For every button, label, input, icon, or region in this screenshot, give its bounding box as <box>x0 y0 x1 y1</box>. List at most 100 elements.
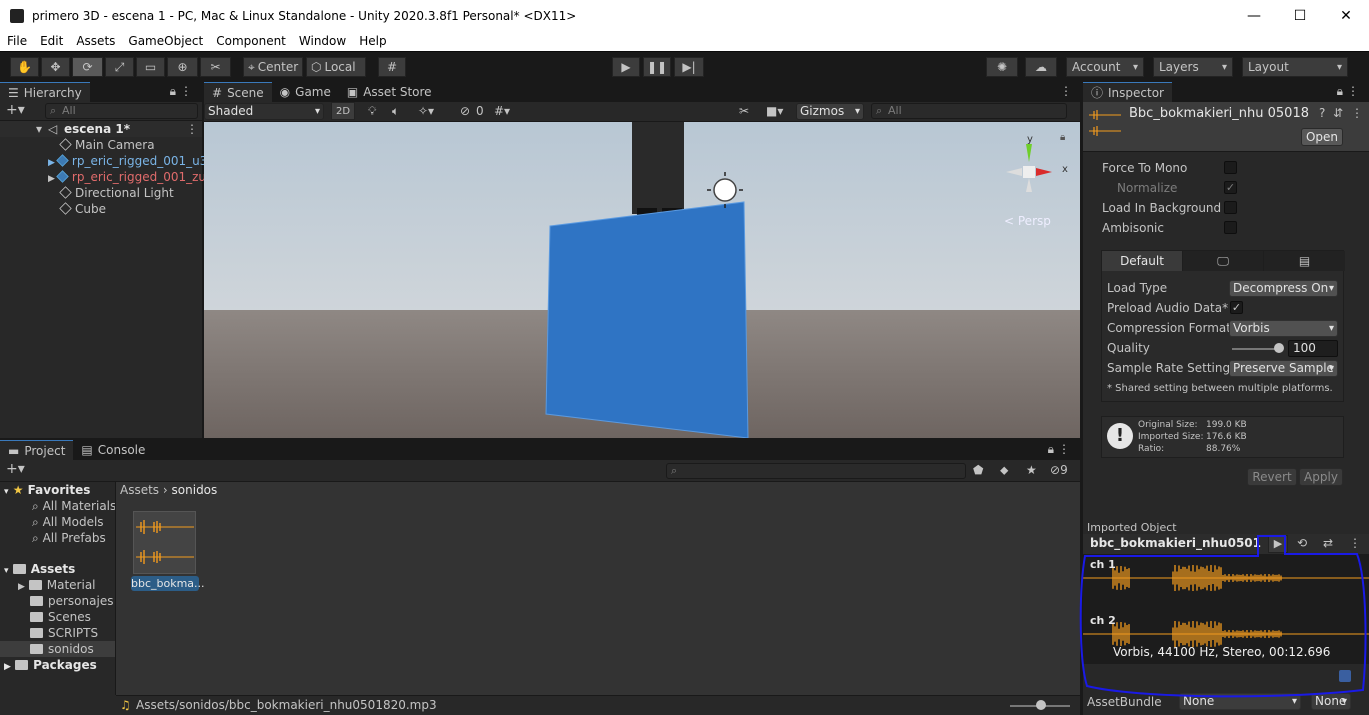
asset-variant-dropdown[interactable]: None <box>1311 693 1351 710</box>
hierarchy-item-eric-u3[interactable]: ▶ rp_eric_rigged_001_u3 <box>48 153 207 169</box>
audio-asset-label[interactable]: bbc_bokma... <box>131 576 205 591</box>
normalize-checkbox[interactable]: ✓ <box>1224 181 1237 194</box>
loop-icon[interactable]: ⇄ <box>1323 536 1333 550</box>
packages-node[interactable]: ▶ Packages <box>4 657 97 673</box>
shading-dropdown[interactable]: Shaded <box>204 103 324 120</box>
expand-arrow-icon[interactable]: ▾ <box>36 121 42 137</box>
tab-scene[interactable]: # Scene <box>204 82 272 102</box>
persp-label[interactable]: < Persp <box>1004 214 1051 228</box>
hierarchy-item-eric-zu[interactable]: ▶ rp_eric_rigged_001_zu <box>48 169 206 185</box>
folder-scripts[interactable]: SCRIPTS <box>30 625 98 641</box>
filter-label-icon[interactable]: ⬥ <box>1000 463 1008 478</box>
gizmos-dropdown[interactable]: Gizmos <box>796 103 864 120</box>
tab-hierarchy[interactable]: ☰ Hierarchy <box>0 82 90 102</box>
load-in-background-checkbox[interactable] <box>1224 201 1237 214</box>
sample-rate-dropdown[interactable]: Preserve Sample <box>1229 360 1338 377</box>
close-button[interactable]: ✕ <box>1323 0 1369 31</box>
hand-tool-icon[interactable]: ✋ <box>10 57 39 77</box>
kebab-menu-icon[interactable]: ⋮ <box>1351 106 1363 120</box>
settings-icon[interactable]: ⇵ <box>1333 106 1343 120</box>
hierarchy-search-input[interactable]: All ⌕ <box>45 103 198 119</box>
revert-button[interactable]: Revert <box>1247 468 1297 486</box>
audio-asset-thumbnail[interactable] <box>133 511 196 574</box>
hidden-packages-icon[interactable]: ⊘9 <box>1050 463 1068 477</box>
tag-icon[interactable] <box>1339 670 1351 682</box>
maximize-button[interactable]: ☐ <box>1277 0 1323 31</box>
slider-thumb[interactable] <box>1274 343 1284 353</box>
menu-gameobject[interactable]: GameObject <box>121 34 209 48</box>
hierarchy-item-main-camera[interactable]: Main Camera <box>59 137 155 153</box>
quality-slider[interactable] <box>1232 348 1280 350</box>
kebab-menu-icon[interactable]: ⋮ <box>186 121 198 137</box>
cloud-icon[interactable]: ☁ <box>1025 57 1057 77</box>
effects-icon[interactable]: ✧▾ <box>418 104 434 118</box>
preview-play-button[interactable]: ▶ <box>1268 535 1288 553</box>
compression-dropdown[interactable]: Vorbis <box>1229 320 1338 337</box>
breadcrumb-sonidos[interactable]: sonidos <box>172 483 218 497</box>
rotate-tool-icon[interactable]: ⟳ <box>72 57 103 77</box>
account-dropdown[interactable]: Account ▾ <box>1066 57 1144 77</box>
project-search-input[interactable]: ⌕ <box>666 463 966 479</box>
favorites-node[interactable]: ▾ ★ Favorites <box>4 482 90 498</box>
slider-thumb[interactable] <box>1036 700 1046 710</box>
menu-window[interactable]: Window <box>292 34 352 48</box>
expand-arrow-icon[interactable]: ▶ <box>48 158 55 168</box>
expand-arrow-icon[interactable]: ▶ <box>48 174 55 184</box>
scene-viewport[interactable]: y x 🔒︎ < Persp <box>204 122 1080 438</box>
grid-toggle-icon[interactable]: #▾ <box>494 104 510 118</box>
tab-inspector[interactable]: ⓘ Inspector <box>1083 82 1172 102</box>
add-icon[interactable]: +▾ <box>6 102 25 118</box>
lock-icon[interactable]: 🔒︎ <box>1048 442 1054 457</box>
rect-tool-icon[interactable]: ▭ <box>136 57 165 77</box>
kebab-menu-icon[interactable]: ⋮ <box>1349 536 1361 550</box>
preload-checkbox[interactable]: ✓ <box>1230 301 1243 314</box>
transform-tool-icon[interactable]: ⊕ <box>167 57 198 77</box>
assets-node[interactable]: ▾ Assets <box>4 561 75 577</box>
tab-default-platform[interactable]: Default <box>1102 251 1183 271</box>
open-button[interactable]: Open <box>1301 128 1343 146</box>
pivot-center-toggle[interactable]: ⌖ Center <box>243 57 303 77</box>
add-icon[interactable]: +▾ <box>6 461 25 477</box>
orientation-gizmo[interactable] <box>1000 132 1070 212</box>
force-to-mono-checkbox[interactable] <box>1224 161 1237 174</box>
menu-edit[interactable]: Edit <box>33 34 69 48</box>
folder-scenes[interactable]: Scenes <box>30 609 91 625</box>
apply-button[interactable]: Apply <box>1299 468 1343 486</box>
lock-icon[interactable]: 🔒︎ <box>1337 84 1343 99</box>
menu-help[interactable]: Help <box>352 34 392 48</box>
audio-icon[interactable]: 🔈︎ <box>392 104 399 119</box>
ambisonic-checkbox[interactable] <box>1224 221 1237 234</box>
lock-icon[interactable]: 🔒︎ <box>170 84 176 99</box>
toggle-2d-button[interactable]: 2D <box>331 102 355 120</box>
custom-tool-icon[interactable]: ✂ <box>200 57 231 77</box>
camera-icon[interactable]: ■▾ <box>766 104 783 118</box>
lock-icon[interactable]: 🔒︎ <box>1060 132 1065 143</box>
folder-personajes[interactable]: personajes <box>30 593 113 609</box>
monitor-icon[interactable]: 🖵 <box>1183 251 1264 271</box>
favorite-all-materials[interactable]: ⌕ All Materials <box>32 498 116 514</box>
kebab-menu-icon[interactable]: ⋮ <box>1058 442 1070 456</box>
pivot-local-toggle[interactable]: ⬡ Local <box>306 57 366 77</box>
favorite-all-models[interactable]: ⌕ All Models <box>32 514 104 530</box>
hierarchy-item-directional-light[interactable]: Directional Light <box>59 185 174 201</box>
tab-console[interactable]: ▤ Console <box>73 440 153 460</box>
scale-tool-icon[interactable]: ⤢ <box>105 57 134 77</box>
menu-component[interactable]: Component <box>209 34 292 48</box>
scene-row[interactable]: ▾ ◁ escena 1* ⋮ <box>0 121 202 137</box>
tab-game[interactable]: ◉ Game <box>272 82 339 102</box>
tab-asset-store[interactable]: ▣ Asset Store <box>339 82 440 102</box>
kebab-menu-icon[interactable]: ⋮ <box>180 84 192 98</box>
move-tool-icon[interactable]: ✥ <box>41 57 70 77</box>
star-icon[interactable]: ★ <box>1026 463 1037 477</box>
play-button[interactable]: ▶ <box>612 57 640 77</box>
kebab-menu-icon[interactable]: ⋮ <box>1060 84 1072 98</box>
hierarchy-item-cube[interactable]: Cube <box>59 201 106 217</box>
minimize-button[interactable]: — <box>1231 0 1277 31</box>
help-icon[interactable]: ? <box>1319 106 1325 120</box>
scene-search-input[interactable]: All ⌕ <box>871 103 1067 119</box>
grid-snap-icon[interactable]: # <box>378 57 406 77</box>
folder-material[interactable]: ▶ Material <box>18 577 96 593</box>
hidden-objects-icon[interactable]: ⊘ <box>460 104 470 118</box>
filter-type-icon[interactable]: ⬟ <box>973 463 983 477</box>
layers-dropdown[interactable]: Layers ▾ <box>1153 57 1233 77</box>
